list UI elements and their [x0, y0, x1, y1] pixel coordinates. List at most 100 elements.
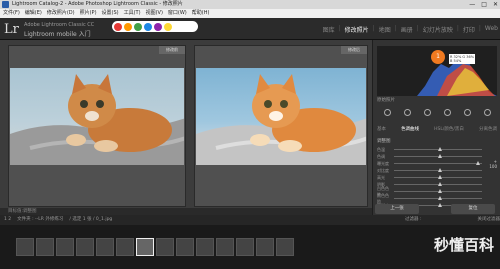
- menu-tools[interactable]: 工具(T): [124, 9, 141, 18]
- module-map[interactable]: 地图: [379, 25, 391, 34]
- slider-row[interactable]: 色调: [377, 153, 497, 160]
- photo-after[interactable]: [196, 68, 366, 165]
- before-label: 修改前: [159, 46, 185, 54]
- minimize-button[interactable]: —: [469, 0, 475, 9]
- slider-track[interactable]: [394, 175, 482, 179]
- slider-label: 色调: [377, 153, 385, 159]
- slider-knob[interactable]: [475, 161, 480, 165]
- slider-knob[interactable]: [438, 175, 442, 179]
- slider-track[interactable]: [394, 189, 482, 193]
- slider-knob[interactable]: [438, 196, 442, 200]
- filmstrip-thumb-selected[interactable]: [136, 238, 154, 256]
- filmstrip-thumb[interactable]: [196, 238, 214, 256]
- slider-track[interactable]: [394, 168, 482, 172]
- promo-banner: [112, 21, 198, 32]
- menu-photo[interactable]: 照片(P): [80, 9, 97, 18]
- module-library[interactable]: 图库: [323, 25, 335, 34]
- tool-strip: [377, 106, 497, 118]
- histogram[interactable]: 1 R 32% G 36% B 54%: [377, 46, 497, 96]
- filmstrip-thumb[interactable]: [236, 238, 254, 256]
- module-develop[interactable]: 修改照片: [345, 25, 369, 34]
- promo-icon: [154, 22, 162, 31]
- tab-basic[interactable]: 基本: [377, 126, 386, 134]
- tab-hsl[interactable]: HSL/颜色/黑白: [434, 126, 464, 134]
- slider-track[interactable]: [394, 196, 482, 200]
- slider-label: 色温: [377, 146, 385, 152]
- title-bar: Lightroom Catalog-2 - Adobe Photoshop Li…: [0, 0, 500, 9]
- slider-row[interactable]: 对比度: [377, 167, 497, 174]
- module-book[interactable]: 画册: [401, 25, 413, 34]
- filmstrip-thumb[interactable]: [176, 238, 194, 256]
- filmstrip-thumb[interactable]: [56, 238, 74, 256]
- tab-split-toning[interactable]: 分离色调: [479, 126, 497, 134]
- rgb-readout: R 32% G 36% B 54%: [449, 54, 476, 64]
- slider-row[interactable]: 黑色色阶: [377, 193, 497, 204]
- filmstrip-thumb[interactable]: [276, 238, 294, 256]
- filmstrip-thumb[interactable]: [96, 238, 114, 256]
- menu-window[interactable]: 窗口(W): [168, 9, 187, 18]
- crop-icon[interactable]: [383, 108, 391, 116]
- module-print[interactable]: 打印: [463, 25, 475, 34]
- filmstrip-thumb[interactable]: [16, 238, 34, 256]
- adjustment-brush-icon[interactable]: [483, 108, 491, 116]
- filter-label: 过滤器 :: [405, 217, 422, 222]
- lightroom-logo: Lr: [4, 22, 19, 37]
- filmstrip-thumb[interactable]: [216, 238, 234, 256]
- slider-track[interactable]: [394, 154, 482, 158]
- original-photo-label: 原始照片: [377, 98, 395, 103]
- menu-help[interactable]: 帮助(H): [192, 9, 210, 18]
- menu-settings[interactable]: 设置(S): [102, 9, 119, 18]
- tab-tone-curve[interactable]: 色调曲线: [401, 126, 419, 134]
- filmstrip: [0, 225, 500, 269]
- menu-file[interactable]: 文件(F): [3, 9, 20, 18]
- page-numbers[interactable]: 1 2: [4, 215, 11, 225]
- slider-label: 曝光度: [377, 160, 389, 166]
- menu-edit[interactable]: 编辑(E): [25, 9, 42, 18]
- module-picker: 图库 | 修改照片 | 地图 | 画册 | 幻灯片放映 | 打印 | Web: [322, 25, 498, 34]
- module-web[interactable]: Web: [485, 25, 498, 34]
- catalog-name: Adobe Lightroom Classic CC: [24, 22, 95, 28]
- previous-button[interactable]: 上一张: [375, 204, 419, 214]
- promo-icon: [144, 22, 152, 31]
- filmstrip-thumb[interactable]: [116, 238, 134, 256]
- slider-knob[interactable]: [438, 147, 442, 151]
- slider-track[interactable]: [394, 182, 482, 186]
- filmstrip-thumb[interactable]: [76, 238, 94, 256]
- slider-row[interactable]: 色温: [377, 146, 497, 153]
- mobile-getting-started[interactable]: Lightroom mobile 入门: [24, 29, 91, 38]
- radial-filter-icon[interactable]: [463, 108, 471, 116]
- develop-view: 修改前 修改后: [0, 40, 372, 215]
- menu-develop[interactable]: 修改照片(D): [47, 9, 75, 18]
- filter-off-button[interactable]: 关闭过滤器: [478, 215, 500, 225]
- slider-knob[interactable]: [438, 154, 442, 158]
- close-button[interactable]: ✕: [493, 0, 498, 9]
- filmstrip-thumb[interactable]: [256, 238, 274, 256]
- module-slideshow[interactable]: 幻灯片放映: [423, 25, 453, 34]
- slider-label: 对比度: [377, 167, 389, 173]
- photo-before[interactable]: [10, 68, 184, 165]
- maximize-button[interactable]: □: [481, 0, 487, 9]
- slider-list: 色温色调曝光度+ 100对比度高光阴影白色色阶黑色色阶清晰度: [377, 146, 497, 209]
- filmstrip-thumb[interactable]: [36, 238, 54, 256]
- slider-knob[interactable]: [438, 189, 442, 193]
- slider-track[interactable]: [394, 147, 482, 151]
- graduated-filter-icon[interactable]: [443, 108, 451, 116]
- slider-knob[interactable]: [438, 203, 442, 207]
- cat-photo-after: [196, 74, 366, 165]
- slider-row[interactable]: 白色色阶: [377, 186, 497, 197]
- slider-row[interactable]: 高光: [377, 174, 497, 181]
- slider-row[interactable]: 曝光度 + 100: [377, 159, 497, 169]
- red-eye-icon[interactable]: [423, 108, 431, 116]
- slider-knob[interactable]: [438, 182, 442, 186]
- menu-view[interactable]: 视图(V): [146, 9, 163, 18]
- reset-button[interactable]: 复位: [451, 204, 495, 214]
- before-pane: 修改前: [8, 45, 186, 207]
- slider-knob[interactable]: [438, 168, 442, 172]
- spot-removal-icon[interactable]: [403, 108, 411, 116]
- slider-row[interactable]: 阴影: [377, 181, 497, 188]
- right-panel: 1 R 32% G 36% B 54% 原始照片 基本 色调曲线 HSL/颜色/…: [373, 40, 500, 215]
- filmstrip-thumb[interactable]: [156, 238, 174, 256]
- slider-track[interactable]: [394, 161, 482, 165]
- panel-title: 调整图: [377, 139, 391, 144]
- menu-bar: 文件(F) 编辑(E) 修改照片(D) 照片(P) 设置(S) 工具(T) 视图…: [0, 9, 500, 18]
